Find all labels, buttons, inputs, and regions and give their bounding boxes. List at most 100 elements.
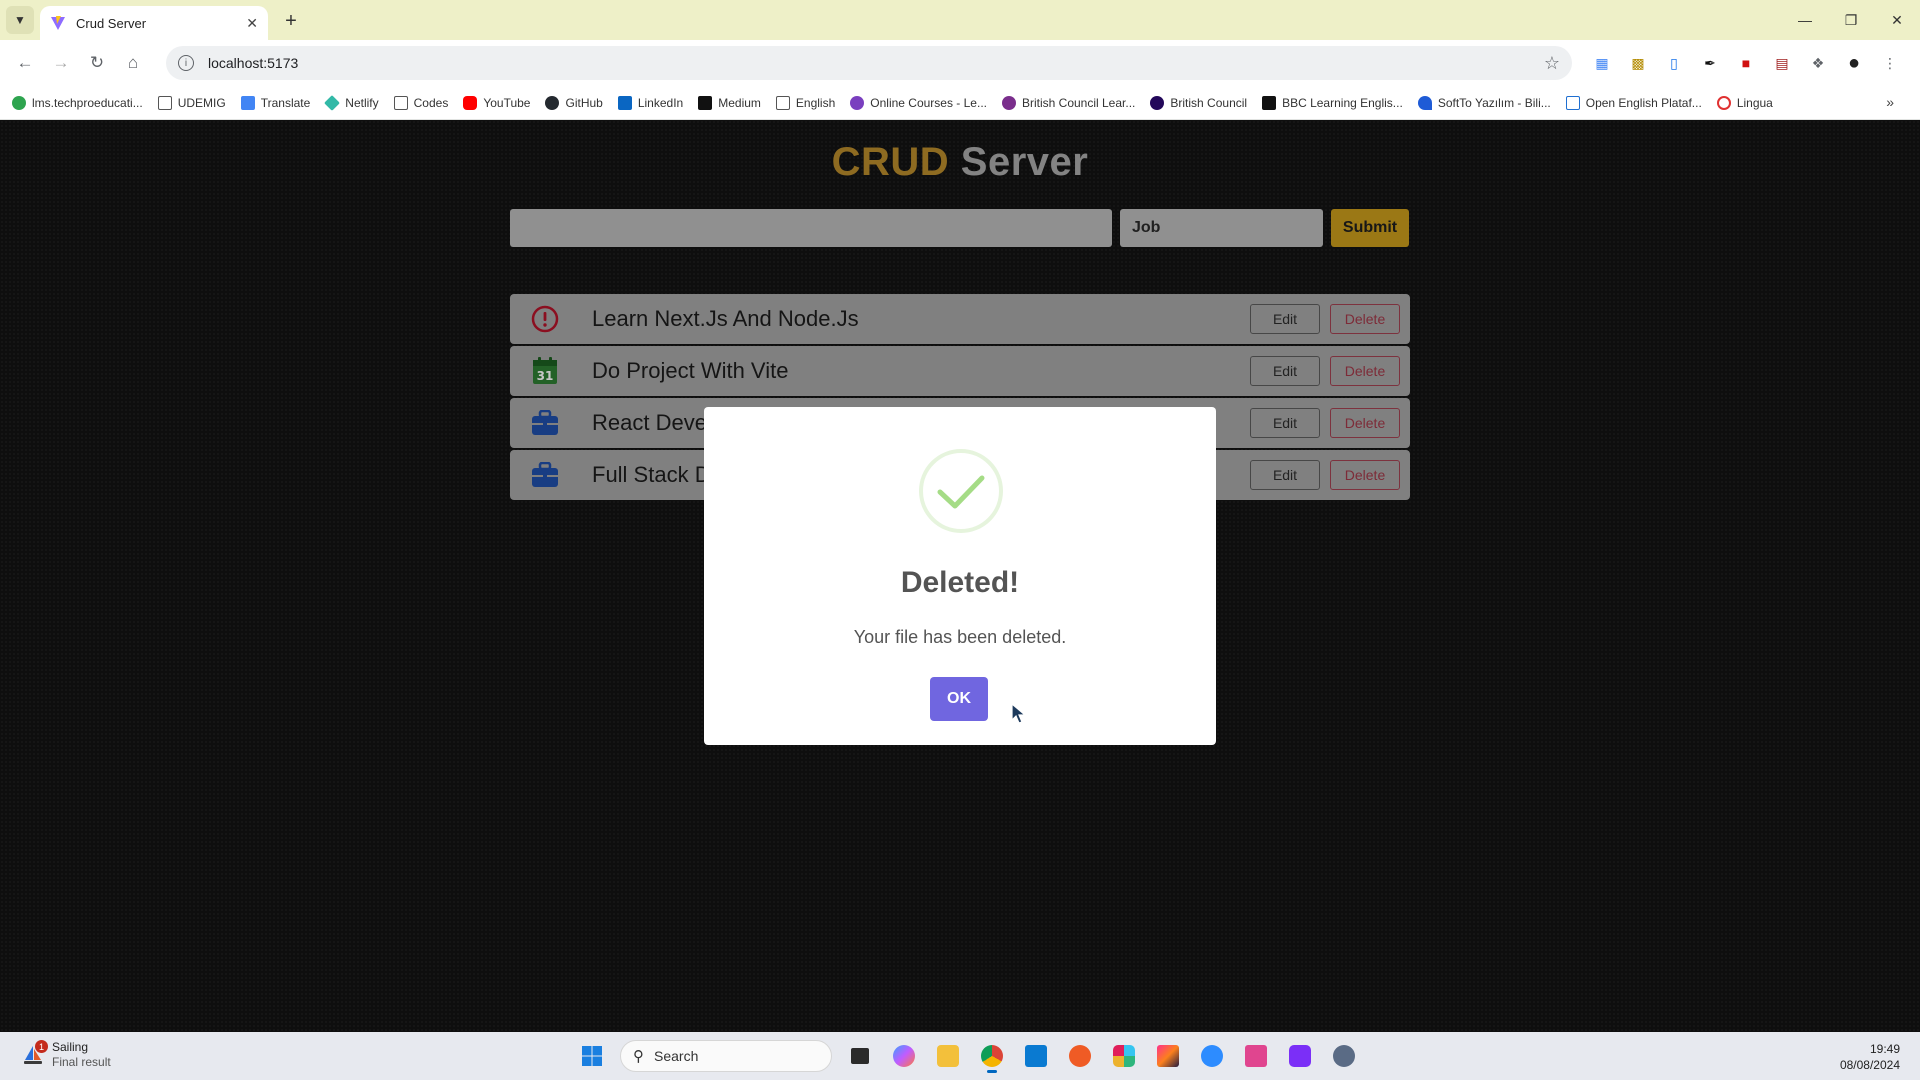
ok-button[interactable]: OK [930, 677, 988, 721]
taskbar-search[interactable]: ⚲ Search [620, 1040, 832, 1072]
profile-avatar[interactable]: ● [1836, 48, 1872, 78]
more-bookmarks-icon[interactable]: » [1886, 94, 1894, 110]
browser-tab-bar: ▼ Crud Server ✕ + — ❐ ✕ [0, 0, 1920, 40]
bookmark-item[interactable]: British Council Lear... [1001, 95, 1135, 110]
bookmark-star-icon[interactable]: ☆ [1544, 53, 1560, 74]
bookmark-item[interactable]: Lingua [1716, 95, 1773, 110]
success-dialog: Deleted! Your file has been deleted. OK [704, 407, 1216, 745]
color-picker-icon[interactable]: ✒ [1692, 48, 1728, 78]
close-window-icon[interactable]: ✕ [1874, 0, 1920, 40]
taskbar-apps: ⚲ Search [570, 1038, 1366, 1074]
bookmark-item[interactable]: YouTube [463, 95, 530, 110]
tab-title: Crud Server [76, 15, 147, 31]
minimize-icon[interactable]: — [1782, 0, 1828, 40]
vite-logo-icon [51, 16, 65, 30]
folder-icon [157, 95, 172, 110]
dialog-title: Deleted! [900, 566, 1020, 599]
bookmark-folder[interactable]: UDEMIG [157, 95, 226, 110]
clock-time: 19:49 [1869, 1042, 1900, 1056]
widget-subtitle: Final result [52, 1055, 111, 1069]
start-button[interactable] [573, 1038, 611, 1074]
chrome-icon[interactable] [973, 1038, 1011, 1074]
vscode-icon[interactable] [1017, 1038, 1055, 1074]
bookmark-item[interactable]: Open English Plataf... [1565, 95, 1702, 110]
omnibox[interactable]: i localhost:5173 ☆ [166, 46, 1572, 80]
browser-tab[interactable]: Crud Server ✕ [40, 6, 268, 40]
reload-icon[interactable]: ↻ [80, 46, 114, 80]
address-bar: ← → ↻ ⌂ i localhost:5173 ☆ ▦ ▩ ▯ ✒ ■ ▤ ❖… [0, 40, 1920, 86]
folder-icon [393, 95, 408, 110]
os-taskbar: 1 Sailing Final result ⚲ Search 19:49 08… [0, 1032, 1920, 1080]
linkedin-icon [617, 95, 632, 110]
bbc-icon [1262, 95, 1277, 110]
extension-icon[interactable]: ■ [1728, 48, 1764, 78]
softto-icon [1417, 95, 1432, 110]
bookmark-item[interactable]: GitHub [545, 95, 603, 110]
snipping-tool-icon[interactable] [1237, 1038, 1275, 1074]
british-council-icon [1150, 95, 1165, 110]
file-explorer-icon[interactable] [929, 1038, 967, 1074]
mouse-cursor-icon [1011, 703, 1027, 724]
translate-icon [240, 95, 255, 110]
courses-icon [850, 95, 865, 110]
medium-icon [698, 95, 713, 110]
bookmark-icon [12, 95, 26, 110]
copilot-icon[interactable] [885, 1038, 923, 1074]
site-info-icon[interactable]: i [178, 55, 194, 71]
open-english-icon [1565, 95, 1580, 110]
bookmarks-bar: lms.techproeducati... UDEMIG Translate N… [0, 86, 1920, 120]
bookmark-item[interactable]: Online Courses - Le... [850, 95, 987, 110]
close-tab-icon[interactable]: ✕ [246, 15, 258, 32]
bootstrap-studio-icon[interactable] [1281, 1038, 1319, 1074]
clock-date: 08/08/2024 [1839, 1058, 1900, 1072]
search-label: Search [654, 1048, 699, 1064]
sailing-icon: 1 [22, 1040, 48, 1066]
extension-icon[interactable]: ▤ [1764, 48, 1800, 78]
extensions-puzzle-icon[interactable]: ❖ [1800, 48, 1836, 78]
netlify-icon [324, 94, 341, 111]
windows-logo-icon [582, 1046, 602, 1066]
lingua-icon [1716, 95, 1731, 110]
slack-icon[interactable] [1105, 1038, 1143, 1074]
search-icon: ⚲ [633, 1048, 644, 1065]
dialog-message: Your file has been deleted. [853, 627, 1067, 647]
back-icon[interactable]: ← [8, 46, 42, 80]
restore-icon[interactable]: ❐ [1828, 0, 1874, 40]
bookmark-item[interactable]: British Council [1150, 95, 1247, 110]
tab-search-button[interactable]: ▼ [6, 6, 34, 34]
folder-icon [775, 95, 790, 110]
bookmark-item[interactable]: LinkedIn [617, 95, 683, 110]
notification-badge: 1 [35, 1040, 48, 1053]
new-tab-button[interactable]: + [276, 6, 306, 36]
page-content: CRUD Server Job Submit Learn Next.Js And… [0, 120, 1920, 1032]
zoom-icon[interactable] [1193, 1038, 1231, 1074]
extension-icon[interactable]: ▯ [1656, 48, 1692, 78]
bookmark-item[interactable]: Netlify [324, 94, 379, 111]
postman-icon[interactable] [1061, 1038, 1099, 1074]
bookmark-folder[interactable]: English [775, 95, 835, 110]
home-icon[interactable]: ⌂ [116, 46, 150, 80]
browser-menu-icon[interactable]: ⋮ [1872, 48, 1908, 78]
bookmark-item[interactable]: Medium [698, 95, 761, 110]
settings-gear-icon[interactable] [1325, 1038, 1363, 1074]
widget-title: Sailing [52, 1040, 89, 1054]
bookmark-item[interactable]: Translate [240, 95, 310, 110]
url-text: localhost:5173 [208, 55, 299, 71]
extension-icons: ▦ ▩ ▯ ✒ ■ ▤ ❖ ● ⋮ [1584, 48, 1908, 78]
extension-icon[interactable]: ▩ [1620, 48, 1656, 78]
jetbrains-icon[interactable] [1149, 1038, 1187, 1074]
system-clock[interactable]: 19:49 08/08/2024 [1840, 1041, 1900, 1073]
bookmark-item[interactable]: SoftTo Yazılım - Bili... [1417, 95, 1551, 110]
weather-widget[interactable]: 1 Sailing Final result [22, 1040, 111, 1070]
window-controls: — ❐ ✕ [1782, 0, 1920, 40]
github-icon [545, 95, 560, 110]
forward-icon[interactable]: → [44, 46, 78, 80]
success-check-icon [919, 449, 1003, 533]
bookmark-folder[interactable]: Codes [393, 95, 448, 110]
task-view-icon[interactable] [841, 1038, 879, 1074]
british-council-icon [1001, 95, 1016, 110]
youtube-icon [463, 95, 478, 110]
bookmark-item[interactable]: lms.techproeducati... [12, 95, 143, 110]
bookmark-item[interactable]: BBC Learning Englis... [1262, 95, 1403, 110]
translate-extension-icon[interactable]: ▦ [1584, 48, 1620, 78]
